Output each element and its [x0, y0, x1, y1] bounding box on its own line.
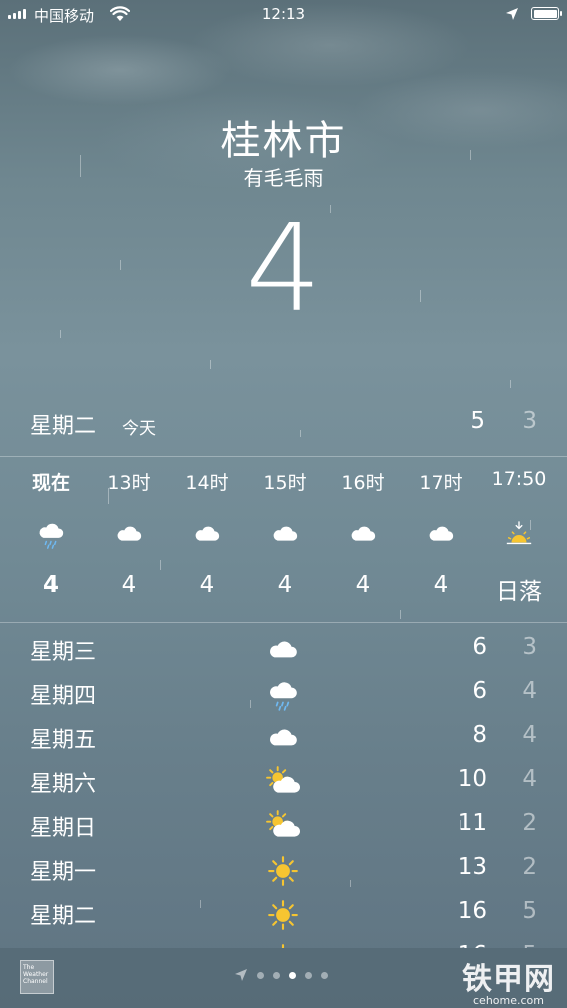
cloud-rain-icon [266, 678, 300, 711]
today-low: 3 [522, 408, 537, 434]
hourly-time: 13时 [107, 472, 151, 494]
daily-low: 4 [522, 766, 537, 792]
weather-condition: 有毛毛雨 [243, 166, 324, 190]
hourly-time: 17:50 [491, 468, 547, 490]
daily-low: 4 [522, 678, 537, 704]
daily-day: 星期三 [30, 640, 97, 665]
partly-cloudy-icon [266, 766, 300, 798]
hourly-value: 4 [433, 572, 449, 598]
daily-low: 3 [522, 634, 537, 660]
daily-day: 星期二 [30, 904, 97, 929]
daily-high: 13 [457, 854, 487, 880]
hourly-item: 17时 4 [402, 456, 480, 620]
page-indicator[interactable] [234, 968, 328, 982]
hourly-value: 4 [42, 572, 59, 598]
daily-low: 2 [522, 810, 537, 836]
daily-day: 星期六 [30, 772, 97, 797]
hourly-time: 16时 [341, 472, 385, 494]
cloud-rain-icon [36, 520, 66, 550]
cloud-icon [426, 520, 456, 550]
hourly-value: 4 [199, 572, 215, 598]
daily-day: 星期五 [30, 728, 97, 753]
hourly-value: 日落 [496, 579, 542, 605]
daily-day: 星期一 [30, 860, 97, 885]
cloud-icon [266, 634, 300, 666]
hourly-item: 14时 4 [168, 456, 246, 620]
daily-day: 星期四 [30, 684, 97, 709]
hourly-item: 13时 4 [90, 456, 168, 620]
rain-streak [510, 380, 511, 388]
hourly-item: 17:50 日落 [480, 456, 558, 620]
status-bar: 中国移动 12:13 [0, 0, 567, 30]
sun-icon [266, 854, 300, 886]
sun-icon [266, 898, 300, 930]
cloud-icon [192, 520, 222, 550]
page-dot [321, 971, 328, 979]
hourly-value: 4 [121, 572, 137, 598]
location-arrow-icon [505, 7, 519, 25]
divider [0, 622, 567, 623]
daily-high: 16 [457, 898, 487, 924]
watermark: 铁甲网 cehome.com [462, 962, 555, 1007]
hourly-time: 现在 [31, 472, 70, 494]
daily-day: 星期日 [30, 816, 97, 841]
sunset-icon [504, 520, 534, 550]
cloud-icon [348, 520, 378, 550]
hourly-value: 4 [355, 572, 371, 598]
hourly-item: 15时 4 [246, 456, 324, 620]
weather-channel-logo[interactable]: The Weather Channel [20, 960, 54, 994]
daily-low: 4 [522, 722, 537, 748]
today-high: 5 [470, 408, 485, 434]
daily-row: 星期六 10 4 [0, 760, 567, 804]
page-dot [257, 971, 264, 979]
daily-row: 星期日 11 2 [0, 804, 567, 848]
hourly-item: 16时 4 [324, 456, 402, 620]
daily-row: 星期二 16 5 [0, 892, 567, 936]
battery-icon [531, 7, 562, 20]
partly-cloudy-icon [266, 810, 300, 842]
cloud-icon [114, 520, 144, 550]
today-label: 今天 [122, 419, 156, 439]
current-temperature: 4 [245, 200, 322, 339]
hourly-time: 14时 [185, 472, 229, 494]
daily-high: 11 [457, 810, 487, 836]
daily-forecast[interactable]: 星期三63星期四64星期五84星期六104星期日112星期一132星期二165星… [0, 628, 567, 948]
hourly-time: 17时 [419, 472, 463, 494]
daily-high: 6 [472, 678, 487, 704]
daily-low: 5 [522, 898, 537, 924]
page-dot [273, 971, 280, 979]
daily-row: 星期三165 [0, 936, 567, 948]
rain-streak [210, 360, 211, 369]
clock: 12:13 [261, 5, 306, 23]
bottom-bar: The Weather Channel 铁甲网 cehome.com [0, 948, 567, 1008]
daily-low: 2 [522, 854, 537, 880]
today-day: 星期二 [30, 414, 97, 439]
daily-high: 6 [472, 634, 487, 660]
daily-row: 星期三 6 3 [0, 628, 567, 672]
cloud-icon [266, 722, 300, 754]
daily-row: 星期五 8 4 [0, 716, 567, 760]
cloud-icon [270, 520, 300, 550]
today-summary: 星期二 今天 5 3 [0, 404, 567, 444]
hourly-value: 4 [277, 572, 293, 598]
daily-row: 星期一 13 2 [0, 848, 567, 892]
location-page-icon [235, 969, 247, 981]
city-name: 桂林市 [220, 118, 347, 164]
hourly-time: 15时 [263, 472, 307, 494]
hourly-forecast[interactable]: 现在 4 13时 4 14时 4 15时 4 16时 4 17时 4 17:50 日落 [0, 456, 567, 620]
page-dot [305, 971, 312, 979]
daily-row: 星期四 6 4 [0, 672, 567, 716]
hourly-item: 现在 4 [12, 456, 90, 620]
page-dot-active [289, 971, 296, 979]
daily-high: 10 [457, 766, 487, 792]
daily-high: 8 [472, 722, 487, 748]
